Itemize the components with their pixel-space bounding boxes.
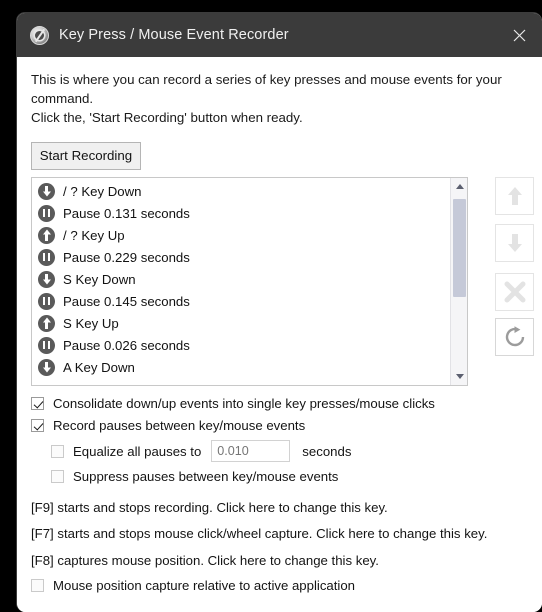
event-list-item[interactable]: / ? Key Down bbox=[32, 180, 467, 202]
close-icon bbox=[513, 29, 525, 41]
refresh-button[interactable] bbox=[495, 318, 534, 356]
pause-icon bbox=[38, 248, 55, 266]
hint-f9[interactable]: [F9] starts and stops recording. Click h… bbox=[31, 500, 388, 515]
equalize-pauses-checkbox[interactable] bbox=[51, 444, 64, 458]
event-list-scrollbar[interactable] bbox=[450, 178, 467, 385]
event-list-item[interactable]: A Key Down bbox=[32, 356, 467, 378]
dialog-body: This is where you can record a series of… bbox=[17, 57, 542, 612]
description-text: This is where you can record a series of… bbox=[31, 70, 525, 127]
event-list-item-label: S Key Up bbox=[63, 315, 119, 331]
start-recording-button[interactable]: Start Recording bbox=[31, 142, 141, 170]
event-list-item[interactable]: Pause 0.145 seconds bbox=[32, 290, 467, 312]
key-down-icon bbox=[38, 270, 55, 288]
hint-f8[interactable]: [F8] captures mouse position. Click here… bbox=[31, 553, 379, 568]
equalize-pauses-label: Equalize all pauses to bbox=[73, 443, 202, 459]
relative-capture-row[interactable]: Mouse position capture relative to activ… bbox=[31, 578, 355, 593]
event-list-item-label: Pause 0.229 seconds bbox=[63, 249, 190, 265]
event-list-item-label: Pause 0.026 seconds bbox=[63, 337, 190, 353]
relative-capture-checkbox[interactable] bbox=[31, 579, 44, 592]
key-up-icon bbox=[38, 314, 55, 332]
close-x-icon bbox=[504, 281, 525, 303]
recorder-badge-icon bbox=[30, 25, 49, 45]
close-button[interactable] bbox=[496, 13, 542, 57]
pause-icon bbox=[38, 336, 55, 354]
event-list-item[interactable]: Pause 0.026 seconds bbox=[32, 334, 467, 356]
event-list-item-label: Pause 0.131 seconds bbox=[63, 205, 190, 221]
event-list-item-label: / ? Key Up bbox=[63, 227, 125, 243]
description-line-1: This is where you can record a series of… bbox=[31, 72, 502, 106]
suppress-pauses-label: Suppress pauses between key/mouse events bbox=[73, 469, 339, 484]
title-bar: Key Press / Mouse Event Recorder bbox=[17, 13, 542, 57]
consolidate-checkbox-row[interactable]: Consolidate down/up events into single k… bbox=[31, 396, 435, 411]
move-up-button[interactable] bbox=[495, 177, 534, 215]
window-title: Key Press / Mouse Event Recorder bbox=[59, 27, 289, 43]
event-list-item-label: / ? Key Down bbox=[63, 183, 142, 199]
equalize-pauses-row[interactable]: Equalize all pauses to seconds bbox=[51, 440, 351, 462]
event-list-item[interactable]: / ? Key Up bbox=[32, 224, 467, 246]
consolidate-label: Consolidate down/up events into single k… bbox=[53, 396, 435, 411]
relative-capture-label: Mouse position capture relative to activ… bbox=[53, 578, 356, 593]
event-list[interactable]: / ? Key Down Pause 0.131 seconds / ? Key U… bbox=[31, 177, 468, 386]
record-pauses-checkbox-row[interactable]: Record pauses between key/mouse events bbox=[31, 418, 305, 433]
event-list-item[interactable]: Pause 0.131 seconds bbox=[32, 202, 467, 224]
suppress-pauses-row[interactable]: Suppress pauses between key/mouse events bbox=[51, 469, 338, 484]
record-pauses-checkbox[interactable] bbox=[31, 419, 44, 432]
event-list-items: / ? Key Down Pause 0.131 seconds / ? Key U… bbox=[32, 178, 467, 378]
move-down-button[interactable] bbox=[495, 224, 534, 262]
suppress-pauses-checkbox[interactable] bbox=[51, 470, 64, 483]
event-list-item-label: A Key Down bbox=[63, 359, 135, 375]
record-pauses-label: Record pauses between key/mouse events bbox=[53, 418, 306, 433]
key-down-icon bbox=[38, 358, 55, 376]
event-list-item[interactable]: Pause 0.229 seconds bbox=[32, 246, 467, 268]
description-line-2: Click the, 'Start Recording' button when… bbox=[31, 110, 303, 125]
event-list-item-label: Pause 0.145 seconds bbox=[63, 293, 190, 309]
arrow-up-icon bbox=[507, 187, 522, 205]
arrow-down-icon bbox=[507, 234, 522, 252]
equalize-pauses-input[interactable] bbox=[211, 440, 291, 462]
dialog-window: Key Press / Mouse Event Recorder This is… bbox=[16, 12, 542, 612]
event-list-item-label: S Key Down bbox=[63, 271, 136, 287]
equalize-pauses-suffix: seconds bbox=[302, 443, 352, 459]
pause-icon bbox=[38, 292, 55, 310]
scroll-down-icon[interactable] bbox=[451, 368, 467, 385]
scrollbar-thumb[interactable] bbox=[453, 199, 466, 297]
hint-f7[interactable]: [F7] starts and stops mouse click/wheel … bbox=[31, 526, 487, 541]
event-list-item[interactable]: S Key Up bbox=[32, 312, 467, 334]
delete-button[interactable] bbox=[495, 273, 534, 311]
key-up-icon bbox=[38, 226, 55, 244]
key-down-icon bbox=[38, 182, 55, 200]
event-list-item[interactable]: S Key Down bbox=[32, 268, 467, 290]
pause-icon bbox=[38, 204, 55, 222]
scroll-up-icon[interactable] bbox=[451, 178, 467, 195]
refresh-icon bbox=[505, 326, 524, 347]
consolidate-checkbox[interactable] bbox=[31, 397, 44, 410]
